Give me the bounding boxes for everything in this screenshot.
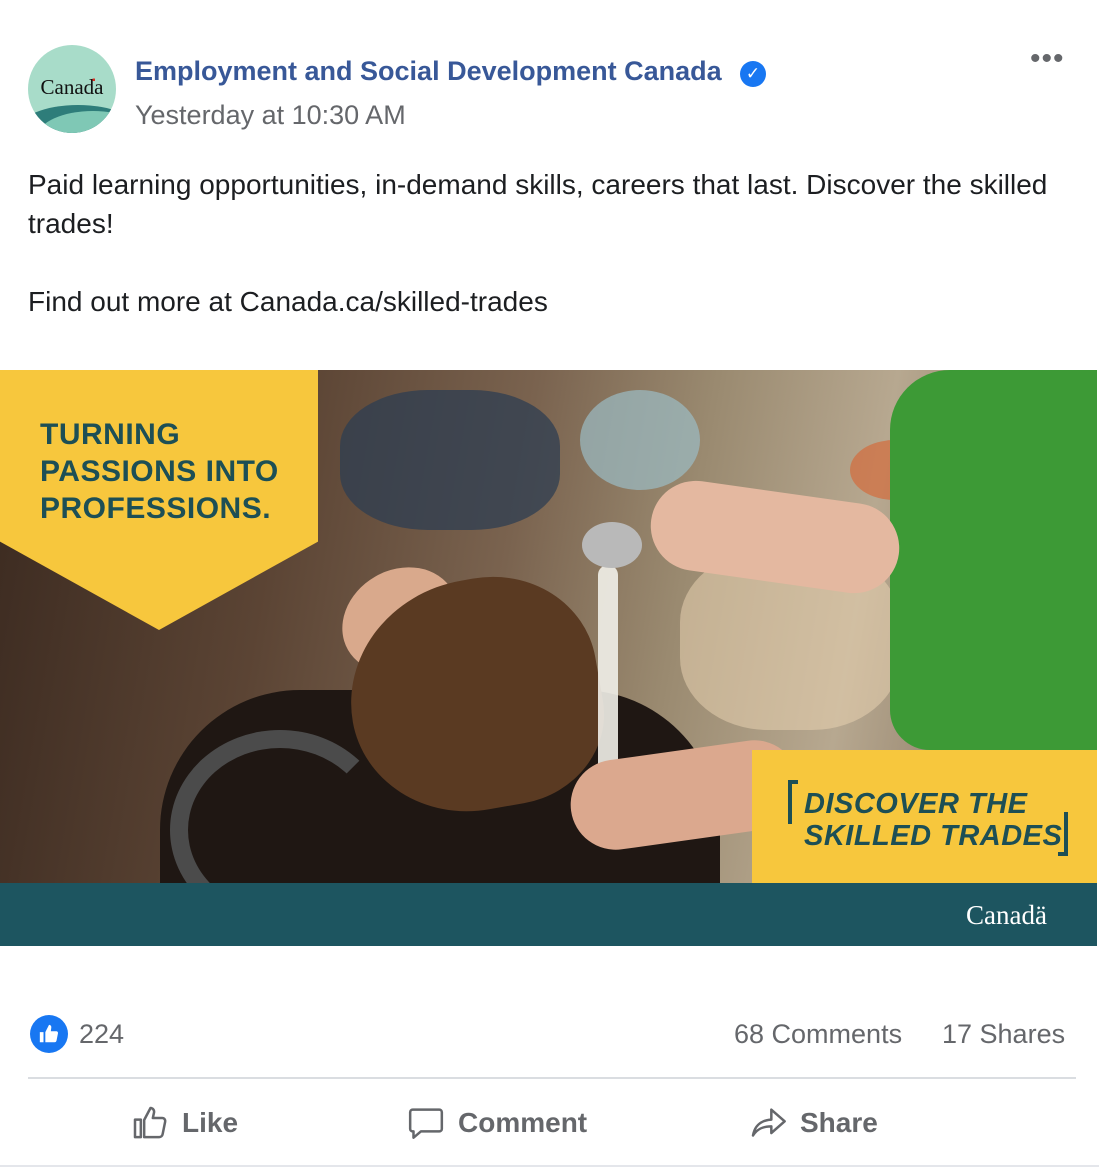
- banner-bottom-right-line: DISCOVER THE: [804, 788, 1028, 820]
- comment-button-label: Comment: [458, 1107, 588, 1138]
- thumbs-up-icon[interactable]: [30, 1015, 68, 1053]
- post-image[interactable]: TURNING PASSIONS INTO PROFESSIONS. DISCO…: [0, 370, 1097, 946]
- shares-count-link[interactable]: 17 Shares: [942, 1019, 1065, 1050]
- banner-top-left: TURNING PASSIONS INTO PROFESSIONS.: [0, 370, 318, 630]
- post-text: Paid learning opportunities, in-demand s…: [28, 165, 1068, 360]
- image-stylist-hand: [644, 475, 906, 599]
- image-water-stream: [598, 565, 618, 775]
- banner-top-left-text: TURNING PASSIONS INTO PROFESSIONS.: [40, 416, 279, 527]
- banner-bottom-right-text: DISCOVER THE SKILLED TRADES: [804, 788, 1062, 852]
- post-text-line-1: Paid learning opportunities, in-demand s…: [28, 169, 1048, 239]
- bottom-divider: [0, 1165, 1099, 1167]
- maple-flag-icon: ▪: [92, 75, 96, 86]
- divider: [28, 1077, 1076, 1079]
- avatar-wordmark: Canada: [40, 75, 104, 99]
- image-stylist-arm: [890, 370, 1097, 750]
- banner-top-left-line: TURNING: [40, 418, 181, 451]
- image-background-shape: [580, 390, 700, 490]
- image-footer-bar: Canadä: [0, 883, 1097, 946]
- bracket-right-icon: [1058, 812, 1068, 856]
- verified-check-icon: ✓: [740, 61, 766, 87]
- like-outline-icon: [133, 1106, 167, 1139]
- banner-bottom-right: DISCOVER THE SKILLED TRADES: [752, 750, 1097, 885]
- banner-bottom-right-line: SKILLED TRADES: [804, 820, 1063, 852]
- comment-button[interactable]: Comment: [406, 1097, 587, 1149]
- thumbs-up-glyph: [39, 1024, 59, 1043]
- banner-top-left-line: PASSIONS INTO: [40, 455, 279, 488]
- comment-bubble-icon: [408, 1108, 444, 1139]
- share-button[interactable]: Share: [748, 1097, 878, 1149]
- like-count[interactable]: 224: [79, 1019, 124, 1050]
- post-timestamp[interactable]: Yesterday at 10:30 AM: [135, 100, 406, 131]
- like-button[interactable]: Like: [130, 1097, 238, 1149]
- canada-wordmark: Canadä: [966, 900, 1047, 930]
- share-button-label: Share: [800, 1107, 878, 1138]
- page-name-link[interactable]: Employment and Social Development Canada: [135, 56, 722, 87]
- more-horizontal-icon[interactable]: •••: [1030, 44, 1065, 74]
- post-text-line-2: Find out more at Canada.ca/skilled-trade…: [28, 286, 548, 317]
- share-arrow-icon: [751, 1108, 786, 1137]
- like-button-label: Like: [182, 1107, 239, 1138]
- image-background-shape: [340, 390, 560, 530]
- bracket-left-icon: [788, 780, 798, 824]
- comments-count-link[interactable]: 68 Comments: [734, 1019, 902, 1050]
- facebook-post: Canada ▪ Employment and Social Developme…: [0, 0, 1099, 1171]
- banner-top-left-line: PROFESSIONS.: [40, 492, 272, 525]
- image-shower-head: [582, 522, 642, 568]
- page-avatar[interactable]: Canada ▪: [28, 45, 116, 133]
